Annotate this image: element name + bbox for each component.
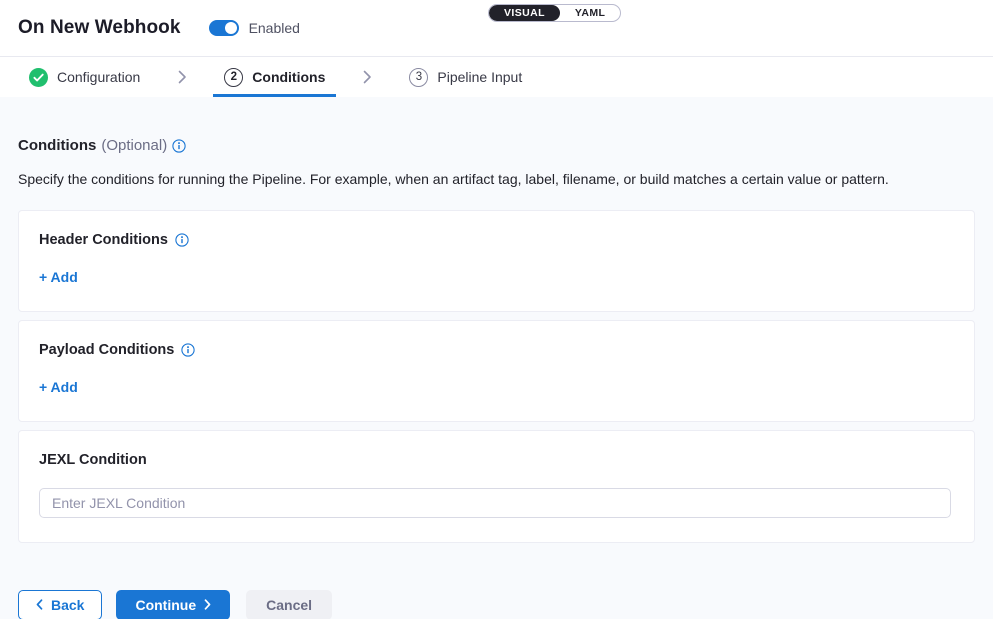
cancel-button-label: Cancel bbox=[266, 597, 312, 613]
tab-visual[interactable]: VISUAL bbox=[489, 5, 560, 21]
step-label-configuration: Configuration bbox=[57, 69, 140, 85]
check-circle-icon bbox=[29, 68, 48, 87]
step-label-pipeline-input: Pipeline Input bbox=[437, 69, 522, 85]
info-icon[interactable] bbox=[181, 343, 195, 357]
page-header: On New Webhook Enabled VISUAL YAML bbox=[0, 0, 993, 57]
step-configuration[interactable]: Configuration bbox=[18, 57, 151, 97]
card-title-row: Header Conditions bbox=[39, 232, 954, 248]
info-icon[interactable] bbox=[172, 139, 186, 153]
chevron-right-icon bbox=[177, 70, 187, 84]
info-icon[interactable] bbox=[175, 233, 189, 247]
payload-conditions-card: Payload Conditions + Add bbox=[18, 320, 975, 422]
enabled-toggle-group: Enabled bbox=[209, 20, 300, 36]
chevron-right-icon bbox=[362, 70, 372, 84]
section-description: Specify the conditions for running the P… bbox=[18, 170, 975, 189]
header-conditions-card: Header Conditions + Add bbox=[18, 210, 975, 312]
footer-actions: Back Continue Cancel bbox=[18, 590, 975, 619]
cancel-button[interactable]: Cancel bbox=[246, 590, 332, 619]
step-label-conditions: Conditions bbox=[252, 69, 325, 85]
card-title-row: Payload Conditions bbox=[39, 342, 954, 358]
header-conditions-title: Header Conditions bbox=[39, 232, 168, 248]
section-optional-label: (Optional) bbox=[101, 137, 167, 154]
enabled-toggle-label: Enabled bbox=[249, 20, 300, 36]
continue-button[interactable]: Continue bbox=[116, 590, 230, 619]
jexl-condition-title: JEXL Condition bbox=[39, 452, 147, 468]
visual-yaml-toggle: VISUAL YAML bbox=[488, 4, 621, 22]
section-title: Conditions bbox=[18, 137, 96, 154]
add-header-condition-button[interactable]: + Add bbox=[39, 269, 78, 285]
card-title-row: JEXL Condition bbox=[39, 452, 954, 468]
jexl-condition-input[interactable] bbox=[39, 488, 951, 518]
page-title: On New Webhook bbox=[18, 17, 181, 39]
payload-conditions-title: Payload Conditions bbox=[39, 342, 174, 358]
main-content: Conditions (Optional) Specify the condit… bbox=[0, 97, 993, 619]
chevron-right-icon bbox=[204, 599, 211, 610]
back-button[interactable]: Back bbox=[18, 590, 102, 619]
wizard-stepper: Configuration 2 Conditions 3 Pipeline In… bbox=[0, 57, 993, 97]
add-payload-condition-button[interactable]: + Add bbox=[39, 379, 78, 395]
continue-button-label: Continue bbox=[135, 597, 196, 613]
toggle-knob bbox=[225, 22, 237, 34]
step-number-badge: 3 bbox=[409, 68, 428, 87]
step-number-badge: 2 bbox=[224, 68, 243, 87]
enabled-toggle[interactable] bbox=[209, 20, 239, 36]
tab-yaml[interactable]: YAML bbox=[560, 5, 620, 21]
step-pipeline-input[interactable]: 3 Pipeline Input bbox=[398, 57, 533, 97]
step-conditions[interactable]: 2 Conditions bbox=[213, 57, 336, 97]
jexl-condition-card: JEXL Condition bbox=[18, 430, 975, 543]
section-title-row: Conditions (Optional) bbox=[18, 97, 975, 154]
chevron-left-icon bbox=[36, 599, 43, 610]
back-button-label: Back bbox=[51, 597, 84, 613]
